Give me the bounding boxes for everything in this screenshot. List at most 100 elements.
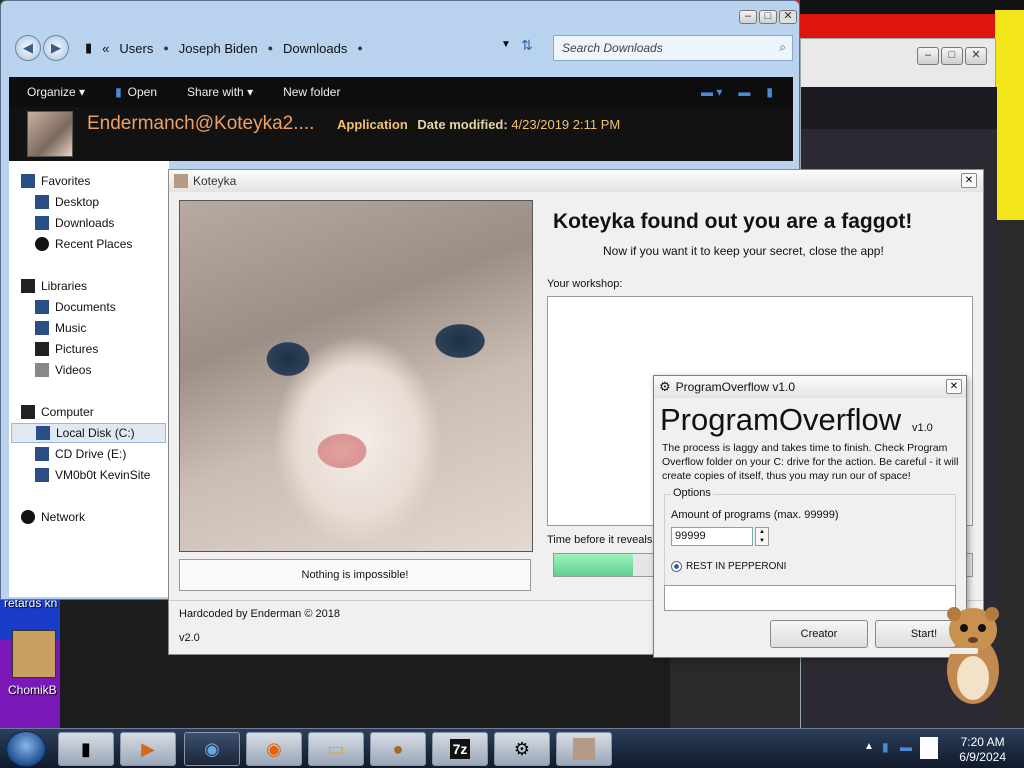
view-options-icon[interactable]: ▬ ▾	[701, 85, 722, 99]
cat-photo	[179, 200, 533, 552]
minimize-button[interactable]: –	[917, 47, 939, 65]
sidebar-item-music[interactable]: Music	[35, 318, 86, 338]
back-button[interactable]: ◀	[15, 35, 41, 61]
taskbar-explorer-button[interactable]: ▮	[58, 732, 114, 766]
firefox-icon: ◉	[266, 738, 282, 759]
share-with-button[interactable]: Share with ▾	[187, 85, 253, 99]
koteyka-titlebar[interactable]: Koteyka	[169, 170, 983, 192]
desktop-icon-label[interactable]: ChomikB	[8, 683, 57, 697]
program-overflow-titlebar[interactable]: ⚙ ProgramOverflow v1.0	[654, 376, 966, 398]
network-drive-icon	[35, 468, 49, 482]
taskbar-folder-button[interactable]: ▭	[308, 732, 364, 766]
breadcrumb-separator-icon[interactable]: ●	[357, 43, 362, 53]
videos-icon	[35, 363, 49, 377]
help-icon[interactable]: ▮	[766, 85, 773, 99]
forward-button[interactable]: ▶	[43, 35, 69, 61]
sidebar-item-desktop[interactable]: Desktop	[35, 192, 99, 212]
close-button[interactable]: ✕	[965, 47, 987, 65]
media-player-icon: ▶	[141, 738, 155, 759]
sidebar-item-recent-places[interactable]: Recent Places	[35, 234, 132, 254]
organize-button[interactable]: Organize ▾	[27, 85, 85, 99]
navigation-pane: Favorites Desktop Downloads Recent Place…	[9, 161, 169, 597]
computer-icon	[21, 405, 35, 419]
notification-tray-icon[interactable]	[920, 737, 938, 759]
sidebar-item-vm-drive[interactable]: VM0b0t KevinSite	[35, 465, 150, 485]
sidebar-item-computer[interactable]: Computer	[21, 402, 94, 422]
minimize-button[interactable]: –	[739, 10, 757, 24]
folder-icon: ▮	[85, 40, 93, 55]
breadcrumb-item[interactable]: Joseph Biden	[179, 41, 258, 56]
star-icon	[21, 174, 35, 188]
sidebar-item-network[interactable]: Network	[21, 507, 85, 527]
sidebar-item-pictures[interactable]: Pictures	[35, 339, 98, 359]
sidebar-item-videos[interactable]: Videos	[35, 360, 91, 380]
maximize-button[interactable]: □	[759, 10, 777, 24]
sidebar-item-downloads[interactable]: Downloads	[35, 213, 114, 233]
amount-spinner[interactable]: ▲ ▼	[755, 527, 769, 546]
system-tray: ▲ ▮ ▬ 7:20 AM 6/9/2024	[858, 731, 1024, 767]
nothing-is-impossible-button[interactable]: Nothing is impossible!	[179, 559, 531, 591]
taskbar-hamster-button[interactable]: ●	[370, 732, 426, 766]
downloads-icon	[35, 216, 49, 230]
address-dropdown-icon[interactable]: ▼	[501, 39, 511, 50]
new-folder-button[interactable]: New folder	[283, 85, 340, 99]
search-icon[interactable]: ⌕	[779, 40, 786, 55]
explorer-titlebar[interactable]: – □ ✕	[1, 1, 799, 29]
sidebar-item-cd-drive[interactable]: CD Drive (E:)	[35, 444, 126, 464]
maximize-button[interactable]: □	[941, 47, 963, 65]
close-button[interactable]: ✕	[961, 173, 977, 188]
creator-button[interactable]: Creator	[770, 620, 868, 648]
application-icon: ▮	[115, 85, 122, 99]
clock-date: 6/9/2024	[959, 750, 1006, 764]
breadcrumb-item[interactable]: Users	[119, 41, 153, 56]
taskbar-koteyka-button[interactable]	[556, 732, 612, 766]
window-title: ProgramOverflow v1.0	[675, 380, 796, 394]
start-button[interactable]	[6, 731, 46, 767]
version-text: v2.0	[179, 632, 200, 644]
local-disk-icon	[36, 426, 50, 440]
taskbar-globe-button[interactable]: ◉	[184, 732, 240, 766]
program-overflow-icon: ⚙	[659, 379, 671, 394]
tray-expand-icon[interactable]: ▲	[864, 741, 874, 752]
close-button[interactable]: ✕	[779, 10, 797, 24]
close-button[interactable]: ✕	[946, 379, 962, 394]
breadcrumb-overflow-icon[interactable]: «	[102, 41, 109, 56]
pictures-icon	[35, 342, 49, 356]
details-pane: Endermanch@Koteyka2.... Application Date…	[9, 107, 793, 161]
libraries-icon	[21, 279, 35, 293]
browser-toolbar: ◙ ⤓ ⧉ ≡	[801, 87, 997, 164]
program-overflow-window[interactable]: ⚙ ProgramOverflow v1.0 ✕ ProgramOverflow…	[653, 375, 973, 658]
cat-app-icon	[573, 738, 595, 760]
taskbar-media-player-button[interactable]: ▶	[120, 732, 176, 766]
refresh-icon[interactable]: ⇅	[521, 37, 533, 54]
taskbar-7zip-button[interactable]: 7z	[432, 732, 488, 766]
desktop-wallpaper-yellow	[995, 10, 1024, 220]
sidebar-item-libraries[interactable]: Libraries	[21, 276, 87, 296]
sidebar-item-local-disk[interactable]: Local Disk (C:)	[11, 423, 166, 443]
koteyka-heading: Koteyka found out you are a faggot!	[553, 210, 913, 233]
preview-pane-icon[interactable]: ▬	[738, 85, 750, 99]
network-tray-icon[interactable]: ▮	[882, 740, 889, 754]
folder-icon: ▭	[327, 738, 345, 759]
reveal-progress-fill	[554, 554, 634, 576]
taskbar: ▮ ▶ ◉ ◉ ▭ ● 7z ⚙ ▲ ▮ ▬ 7:20 AM 6/9/2024	[0, 728, 1024, 768]
clock[interactable]: 7:20 AM 6/9/2024	[959, 735, 1006, 765]
taskbar-program-overflow-button[interactable]: ⚙	[494, 732, 550, 766]
sidebar-item-favorites[interactable]: Favorites	[21, 171, 90, 191]
desktop-wallpaper-black	[800, 0, 1024, 14]
rest-in-pepperoni-radio[interactable]: REST IN PEPPERONI	[671, 561, 786, 572]
amount-input[interactable]: 99999	[671, 527, 753, 546]
music-icon	[35, 321, 49, 335]
browser-window-controls: – □ ✕	[917, 47, 987, 65]
address-bar[interactable]: ▮ « Users ● Joseph Biden ● Downloads ●	[85, 35, 515, 61]
search-input[interactable]: Search Downloads ⌕	[553, 35, 793, 61]
sidebar-item-documents[interactable]: Documents	[35, 297, 116, 317]
breadcrumb-item[interactable]: Downloads	[283, 41, 347, 56]
volume-tray-icon[interactable]: ▬	[900, 740, 912, 754]
breadcrumb-separator-icon[interactable]: ●	[268, 43, 273, 53]
desktop-icon-hamster[interactable]	[12, 630, 56, 678]
taskbar-firefox-button[interactable]: ◉	[246, 732, 302, 766]
open-button[interactable]: ▮ Open	[115, 85, 157, 99]
breadcrumb-separator-icon[interactable]: ●	[163, 43, 168, 53]
hamster-icon: ●	[392, 738, 404, 759]
